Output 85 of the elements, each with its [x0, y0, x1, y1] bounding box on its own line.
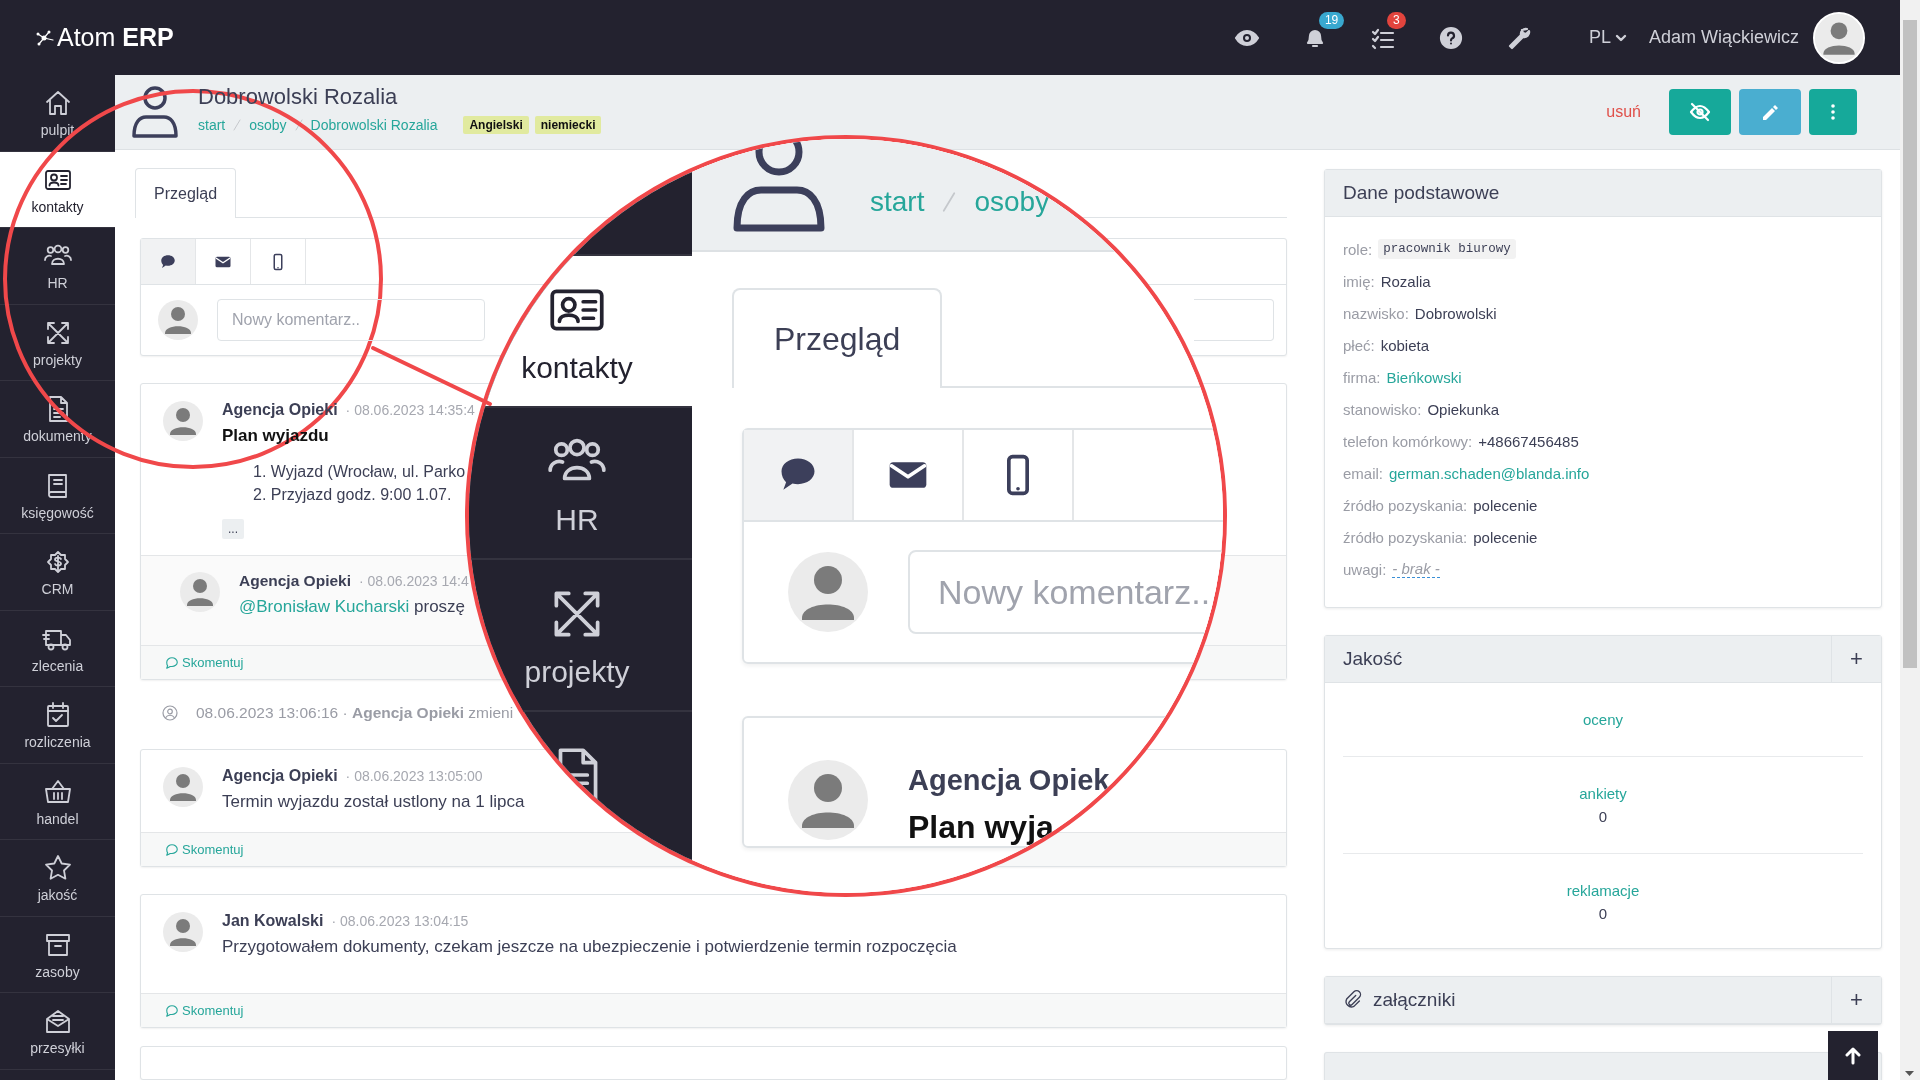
list-item: 2. Przyjazd godz. 9:00 1.07.	[253, 486, 453, 504]
field-label: role:	[1343, 240, 1373, 258]
timestamp: · 08.06.2023 14:4	[359, 573, 469, 589]
count: 0	[1598, 808, 1608, 825]
notification-badge: 3	[1386, 11, 1406, 29]
field-label: źródło pozyskania:	[1343, 496, 1468, 514]
scrollbar[interactable]	[1900, 0, 1920, 1080]
sidebar-label[interactable]: kontakty	[521, 351, 633, 385]
field-label: email:	[1343, 464, 1383, 482]
panel-title: Dane podstawowe	[1343, 182, 1500, 204]
notification-badge: 19	[1318, 11, 1345, 29]
field-label: nazwisko:	[1343, 304, 1409, 322]
post-text: Przygotowałem dokumenty, czekam jeszcze na ubezpieczenie i potwierdzenie termin rozpoczęcia	[222, 937, 957, 957]
hide-button[interactable]	[1669, 89, 1731, 135]
field-value: kobieta	[1380, 336, 1430, 354]
post-title: Plan wyja	[908, 809, 1055, 846]
post-text: Termin wyjazdu został ustlony na 1 lipca	[222, 792, 525, 812]
author-name: Agencja Opieki	[222, 767, 338, 785]
reply-text: @Bronisław Kucharski proszę	[239, 597, 467, 617]
person-icon	[130, 83, 180, 141]
tag: Angielski	[463, 116, 529, 134]
author-name: Jan Kowalski	[222, 912, 324, 930]
field-value: polecenie	[1473, 496, 1538, 514]
chat-icon	[159, 252, 177, 271]
field-label: stanowisko:	[1343, 400, 1422, 418]
panel-title: Jakość	[1343, 648, 1403, 670]
avatar-icon	[788, 760, 868, 840]
timestamp: · 08.06.2023 13:04:15	[331, 913, 469, 929]
expand-button[interactable]: ...	[222, 519, 244, 539]
timestamp: · 08.06.2023 14:35:4	[345, 402, 475, 418]
author-name: Agencja Opiek	[908, 763, 1110, 797]
speech-bubble-icon	[165, 842, 179, 857]
separator-icon	[233, 119, 242, 131]
add-button[interactable]: +	[1831, 976, 1881, 1024]
user-circle-icon	[162, 705, 178, 721]
list-item: 1. Wyjazd (Wrocław, ul. Parko	[253, 463, 467, 481]
sparkle-icon	[35, 28, 55, 47]
field-label: firma:	[1343, 368, 1381, 386]
tag: niemiecki	[534, 116, 602, 134]
field-value: Rozalia	[1380, 272, 1431, 290]
avatar-icon	[163, 912, 203, 952]
tab[interactable]: Przegląd	[135, 168, 237, 218]
sidebar-label[interactable]: HR	[555, 503, 599, 537]
eye-slash-icon	[1689, 101, 1711, 123]
field-value: +48667456485	[1478, 432, 1579, 450]
field-label: płeć:	[1343, 336, 1375, 354]
role-chip: pracownik biurowy	[1378, 239, 1516, 259]
pencil-icon	[1760, 102, 1780, 122]
field-value: Opiekunka	[1427, 400, 1500, 418]
speech-bubble-icon	[165, 655, 179, 670]
logo-text: Atom ERP	[57, 23, 174, 52]
separator-icon	[294, 119, 303, 131]
arrow-up-icon	[1844, 1046, 1862, 1065]
add-button[interactable]: +	[1831, 635, 1881, 683]
avatar-icon[interactable]	[1813, 11, 1865, 64]
dots-icon	[1829, 103, 1837, 121]
tab[interactable]: Przegląd	[732, 288, 943, 388]
count: 0	[1598, 905, 1608, 922]
avatar-icon	[788, 552, 868, 632]
paperclip-icon	[1343, 990, 1363, 1010]
field-label: telefon komórkowy:	[1343, 432, 1473, 450]
panel-title: załączniki	[1373, 989, 1456, 1011]
avatar-icon	[163, 767, 203, 807]
sidebar-item[interactable]: kontakty	[0, 151, 115, 228]
speech-bubble-icon	[165, 1003, 179, 1018]
sidebar-label[interactable]: projekty	[524, 655, 630, 689]
avatar-icon	[180, 572, 220, 612]
avatar-icon	[158, 300, 198, 340]
avatar-icon	[163, 401, 203, 441]
timestamp: · 08.06.2023 13:05:00	[345, 768, 483, 784]
help-icon[interactable]	[1437, 24, 1464, 51]
scroll-top-button[interactable]	[1828, 1031, 1878, 1080]
comment-field[interactable]: Nowy komentarz..	[908, 550, 1223, 634]
language-selector[interactable]: PL	[1588, 27, 1627, 48]
arrow-down-icon[interactable]	[1905, 1071, 1914, 1076]
field-label: źródło pozyskania:	[1343, 528, 1468, 546]
field-value: polecenie	[1473, 528, 1538, 546]
field-value: Dobrowolski	[1414, 304, 1497, 322]
separator-icon	[942, 190, 957, 214]
comment-field[interactable]: Nowy komentarz..	[217, 299, 485, 341]
user-name: Adam Wiąckiewicz	[1648, 27, 1799, 48]
field-label: imię:	[1343, 272, 1375, 290]
author-name: Agencja Opieki	[239, 572, 351, 590]
field-label: uwagi:	[1343, 560, 1387, 578]
activity-text: 08.06.2023 13:06:16 · Agencja Opieki zmieni	[196, 704, 514, 722]
